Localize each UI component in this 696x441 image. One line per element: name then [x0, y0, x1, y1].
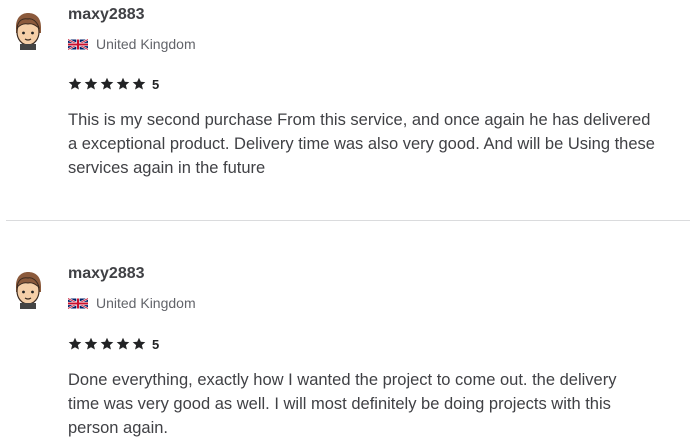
star-icon [100, 337, 114, 350]
reviewer-username[interactable]: maxy2883 [68, 265, 145, 283]
review-text-line: a exceptional product. Delivery time was… [68, 135, 655, 153]
country-name: United Kingdom [96, 36, 196, 52]
star-icon [68, 77, 82, 90]
rating-value: 5 [152, 336, 160, 352]
star-icon [132, 337, 146, 350]
reviewer-username[interactable]: maxy2883 [68, 6, 145, 24]
avatar-icon[interactable] [8, 269, 48, 309]
star-rating: 5 [68, 336, 159, 352]
star-icon [84, 337, 98, 350]
rating-value: 5 [152, 76, 160, 92]
review-divider [6, 220, 690, 221]
review-text-line: person again. [68, 419, 168, 437]
star-rating: 5 [68, 76, 159, 92]
avatar-icon[interactable] [8, 10, 48, 50]
review-item: maxy2883 United Kingdom 5 This is my sec… [0, 0, 696, 220]
country-name: United Kingdom [96, 295, 196, 311]
star-icon [132, 77, 146, 90]
review-item: maxy2883 United Kingdom 5 Done everythin… [0, 259, 696, 441]
review-text: This is my second purchase From this ser… [68, 108, 696, 180]
uk-flag-icon [68, 297, 88, 309]
uk-flag-icon [68, 38, 88, 50]
review-text-line: Done everything, exactly how I wanted th… [68, 371, 617, 389]
review-text-line: services again in the future [68, 159, 266, 177]
reviewer-country: United Kingdom [68, 36, 196, 52]
review-text-line: This is my second purchase From this ser… [68, 111, 651, 129]
reviewer-country: United Kingdom [68, 295, 196, 311]
star-icon [84, 77, 98, 90]
star-icon [100, 77, 114, 90]
star-icon [116, 77, 130, 90]
review-text-line: time was very good as well. I will most … [68, 395, 611, 413]
star-icon [116, 337, 130, 350]
star-icon [68, 337, 82, 350]
review-text: Done everything, exactly how I wanted th… [68, 368, 696, 440]
